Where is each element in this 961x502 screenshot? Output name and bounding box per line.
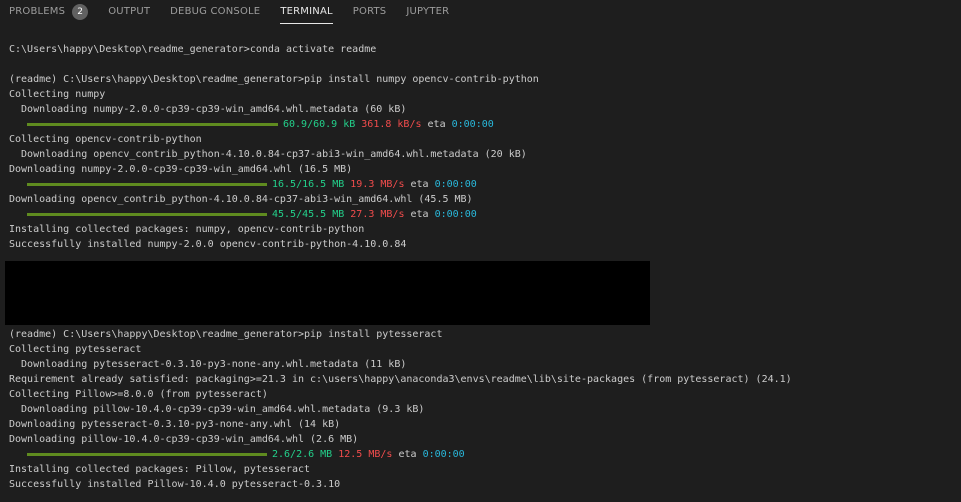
progress-eta: 0:00:00 xyxy=(451,119,494,130)
terminal-line: (readme) C:\Users\happy\Desktop\readme_g… xyxy=(9,329,443,340)
panel-tab-bar: PROBLEMS 2 OUTPUT DEBUG CONSOLE TERMINAL… xyxy=(0,0,961,25)
progress-row: 16.5/16.5 MB 19.3 MB/s eta 0:00:00 xyxy=(9,177,954,192)
terminal-line: Downloading pillow-10.4.0-cp39-cp39-win_… xyxy=(9,434,359,445)
tab-output-label: OUTPUT xyxy=(108,6,151,17)
progress-row: 60.9/60.9 kB 361.8 kB/s eta 0:00:00 xyxy=(9,117,954,132)
progress-size: 16.5/16.5 MB xyxy=(272,179,345,190)
tab-problems[interactable]: PROBLEMS 2 xyxy=(9,0,89,23)
terminal-line: Downloading opencv_contrib_python-4.10.0… xyxy=(9,194,473,205)
terminal-line: Collecting numpy xyxy=(9,89,106,100)
terminal-line: Installing collected packages: Pillow, p… xyxy=(9,464,311,475)
progress-eta: 0:00:00 xyxy=(434,179,477,190)
redacted-region xyxy=(5,261,650,325)
progress-row: 45.5/45.5 MB 27.3 MB/s eta 0:00:00 xyxy=(9,207,954,222)
tab-jupyter-label: JUPYTER xyxy=(406,6,450,17)
tab-ports[interactable]: PORTS xyxy=(353,0,387,23)
progress-bar xyxy=(27,213,267,216)
progress-bar xyxy=(27,123,278,126)
progress-size: 45.5/45.5 MB xyxy=(272,209,345,220)
tab-terminal[interactable]: TERMINAL xyxy=(280,0,334,24)
terminal-line: Collecting pytesseract xyxy=(9,344,142,355)
terminal-line: Downloading numpy-2.0.0-cp39-cp39-win_am… xyxy=(9,164,353,175)
progress-eta: 0:00:00 xyxy=(422,449,465,460)
terminal-line: Installing collected packages: numpy, op… xyxy=(9,224,365,235)
progress-eta-label: eta xyxy=(398,449,417,460)
terminal-line: Collecting opencv-contrib-python xyxy=(9,134,202,145)
progress-eta: 0:00:00 xyxy=(434,209,477,220)
progress-eta-label: eta xyxy=(410,209,429,220)
tab-output[interactable]: OUTPUT xyxy=(108,0,150,23)
progress-speed: 19.3 MB/s xyxy=(350,179,405,190)
progress-size: 60.9/60.9 kB xyxy=(283,119,356,130)
tab-debug-console[interactable]: DEBUG CONSOLE xyxy=(170,0,260,23)
terminal-line: Downloading numpy-2.0.0-cp39-cp39-win_am… xyxy=(9,104,407,115)
tab-jupyter[interactable]: JUPYTER xyxy=(406,0,449,23)
terminal-line: Downloading opencv_contrib_python-4.10.0… xyxy=(9,149,527,160)
terminal-line: Collecting Pillow>=8.0.0 (from pytessera… xyxy=(9,389,268,400)
progress-eta-label: eta xyxy=(410,179,429,190)
terminal-line: Downloading pytesseract-0.3.10-py3-none-… xyxy=(9,359,407,370)
problems-count-badge: 2 xyxy=(72,3,89,20)
progress-speed: 12.5 MB/s xyxy=(338,449,393,460)
tab-problems-label: PROBLEMS xyxy=(9,6,66,17)
terminal-line: Downloading pillow-10.4.0-cp39-cp39-win_… xyxy=(9,404,425,415)
progress-bar xyxy=(27,183,267,186)
terminal-line: Successfully installed numpy-2.0.0 openc… xyxy=(9,239,407,250)
terminal-panel: PROBLEMS 2 OUTPUT DEBUG CONSOLE TERMINAL… xyxy=(0,0,961,502)
progress-speed: 27.3 MB/s xyxy=(350,209,405,220)
tab-debug-console-label: DEBUG CONSOLE xyxy=(170,6,261,17)
progress-size: 2.6/2.6 MB xyxy=(272,449,333,460)
terminal-line: (readme) C:\Users\happy\Desktop\readme_g… xyxy=(9,74,539,85)
progress-speed: 361.8 kB/s xyxy=(361,119,422,130)
tab-ports-label: PORTS xyxy=(352,6,387,17)
terminal-line: Requirement already satisfied: packaging… xyxy=(9,374,792,385)
terminal-line: C:\Users\happy\Desktop\readme_generator>… xyxy=(9,44,377,55)
terminal-line: Successfully installed Pillow-10.4.0 pyt… xyxy=(9,479,341,490)
terminal-line: Downloading pytesseract-0.3.10-py3-none-… xyxy=(9,419,341,430)
progress-bar xyxy=(27,453,267,456)
progress-eta-label: eta xyxy=(427,119,446,130)
progress-row: 2.6/2.6 MB 12.5 MB/s eta 0:00:00 xyxy=(9,447,954,462)
tab-terminal-label: TERMINAL xyxy=(280,6,333,17)
